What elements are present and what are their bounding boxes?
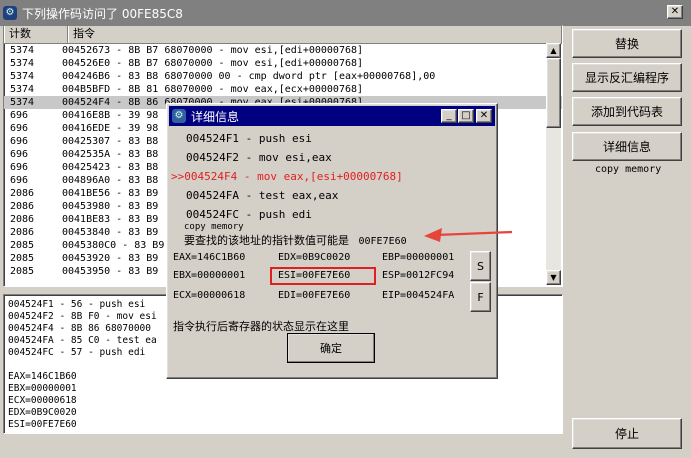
row-count: 5374 xyxy=(10,71,35,82)
row-count: 696 xyxy=(10,136,29,147)
pointer-value: 00FE7E60 xyxy=(358,236,407,247)
row-count: 696 xyxy=(10,110,29,121)
reg-esi: ESI=00FE7E60 xyxy=(278,270,351,281)
detail-text-line: ESI=00FE7E60 xyxy=(8,419,77,430)
ok-button[interactable]: 确定 xyxy=(287,333,375,363)
register-note: 指令执行后寄存器的状态显示在这里 xyxy=(173,320,349,333)
reg-esp: ESP=0012FC94 xyxy=(382,270,455,281)
row-instruction: 004B5BFD - 8B 81 68070000 - mov eax,[ecx… xyxy=(62,84,364,95)
row-count: 696 xyxy=(10,175,29,186)
dialog-copy-memory[interactable]: copy memory xyxy=(184,222,244,232)
detail-text-line: EDX=0B9C0020 xyxy=(8,407,77,418)
table-row[interactable]: 5374 004246B6 - 83 B8 68070000 00 - cmp d… xyxy=(4,70,562,83)
row-instruction: 00452673 - 8B B7 68070000 - mov esi,[edi… xyxy=(62,45,364,56)
dialog-title: 详细信息 xyxy=(191,109,240,124)
replace-button[interactable]: 替换 xyxy=(572,29,682,58)
copy-memory-label[interactable]: copy memory xyxy=(595,164,661,175)
reg-ecx: ECX=00000618 xyxy=(173,290,246,301)
reg-ebx: EBX=00000001 xyxy=(173,270,246,281)
scroll-thumb[interactable] xyxy=(546,58,561,128)
row-count: 2086 xyxy=(10,227,35,238)
row-count: 2086 xyxy=(10,188,35,199)
main-titlebar: ⚙ 下列操作码访问了 00FE85C8 ✕ xyxy=(0,0,691,26)
column-header-count[interactable]: 计数 xyxy=(4,26,68,43)
f-button[interactable]: F xyxy=(470,282,491,312)
add-to-codelist-button[interactable]: 添加到代码表 xyxy=(572,97,682,126)
table-row[interactable]: 5374 004526E0 - 8B B7 68070000 - mov esi,… xyxy=(4,57,562,70)
maximize-icon[interactable]: □ xyxy=(458,109,474,123)
row-count: 5374 xyxy=(10,45,35,56)
scroll-up-button[interactable]: ▲ xyxy=(546,43,561,58)
list-scrollbar[interactable]: ▲ ▼ xyxy=(546,43,561,285)
arrow-shaft xyxy=(435,230,513,237)
more-info-button[interactable]: 详细信息 xyxy=(572,132,682,161)
pointer-note-text: 要查找的该地址的指针数值可能是 xyxy=(184,234,349,247)
disassembly-lines: 004524F1 - push esi 004524F2 - mov esi,ea… xyxy=(171,129,481,224)
row-instruction: 004526E0 - 8B B7 68070000 - mov esi,[edi… xyxy=(62,58,364,69)
main-window-title: 下列操作码访问了 00FE85C8 xyxy=(22,6,183,21)
arrow-head xyxy=(424,228,442,242)
detail-text-line: EBX=00000001 xyxy=(8,383,77,394)
app-icon: ⚙ xyxy=(3,6,17,20)
table-row[interactable]: 5374 00452673 - 8B B7 68070000 - mov esi,… xyxy=(4,44,562,57)
stop-button[interactable]: 停止 xyxy=(572,418,682,449)
row-count: 5374 xyxy=(10,84,35,95)
scroll-down-button[interactable]: ▼ xyxy=(546,270,561,285)
reg-ebp: EBP=00000001 xyxy=(382,252,455,263)
reg-eax: EAX=146C1B60 xyxy=(173,252,246,263)
row-instruction: 004246B6 - 83 B8 68070000 00 - cmp dword… xyxy=(62,71,436,82)
row-count: 696 xyxy=(10,149,29,160)
row-count: 5374 xyxy=(10,58,35,69)
dialog-close-icon[interactable]: ✕ xyxy=(476,109,492,123)
dialog-app-icon: ⚙ xyxy=(172,109,186,123)
column-header-instruction[interactable]: 指令 xyxy=(68,26,562,43)
minimize-icon[interactable]: _ xyxy=(441,109,457,123)
disassembly-line: 004524FA - test eax,eax xyxy=(186,189,339,202)
row-count: 696 xyxy=(10,162,29,173)
disassembly-line: 004524F1 - push esi xyxy=(186,132,312,145)
pointer-note: 要查找的该地址的指针数值可能是 00FE7E60 xyxy=(184,232,407,248)
show-disassembler-button[interactable]: 显示反汇编程序 xyxy=(572,63,682,92)
reg-edi: EDI=00FE7E60 xyxy=(278,290,351,301)
row-count: 5374 xyxy=(10,97,35,108)
row-count: 2085 xyxy=(10,266,35,277)
disassembly-line: 004524F2 - mov esi,eax xyxy=(186,151,332,164)
row-count: 2086 xyxy=(10,214,35,225)
table-row[interactable]: 5374 004B5BFD - 8B 81 68070000 - mov eax,… xyxy=(4,83,562,96)
reg-eip: EIP=004524FA xyxy=(382,290,455,301)
row-count: 696 xyxy=(10,123,29,134)
current-instruction-line: >>004524F4 - mov eax,[esi+00000768] xyxy=(171,170,403,183)
close-icon[interactable]: ✕ xyxy=(667,5,683,19)
dialog-titlebar: ⚙ 详细信息 _ □ ✕ xyxy=(169,106,495,126)
list-header: 计数 指令 xyxy=(4,26,562,44)
row-count: 2086 xyxy=(10,201,35,212)
reg-edx: EDX=0B9C0020 xyxy=(278,252,351,263)
s-button[interactable]: S xyxy=(470,251,491,281)
arrow-annotation xyxy=(424,228,513,242)
row-count: 2085 xyxy=(10,253,35,264)
row-count: 2085 xyxy=(10,240,35,251)
detail-text-line: ECX=00000618 xyxy=(8,395,77,406)
